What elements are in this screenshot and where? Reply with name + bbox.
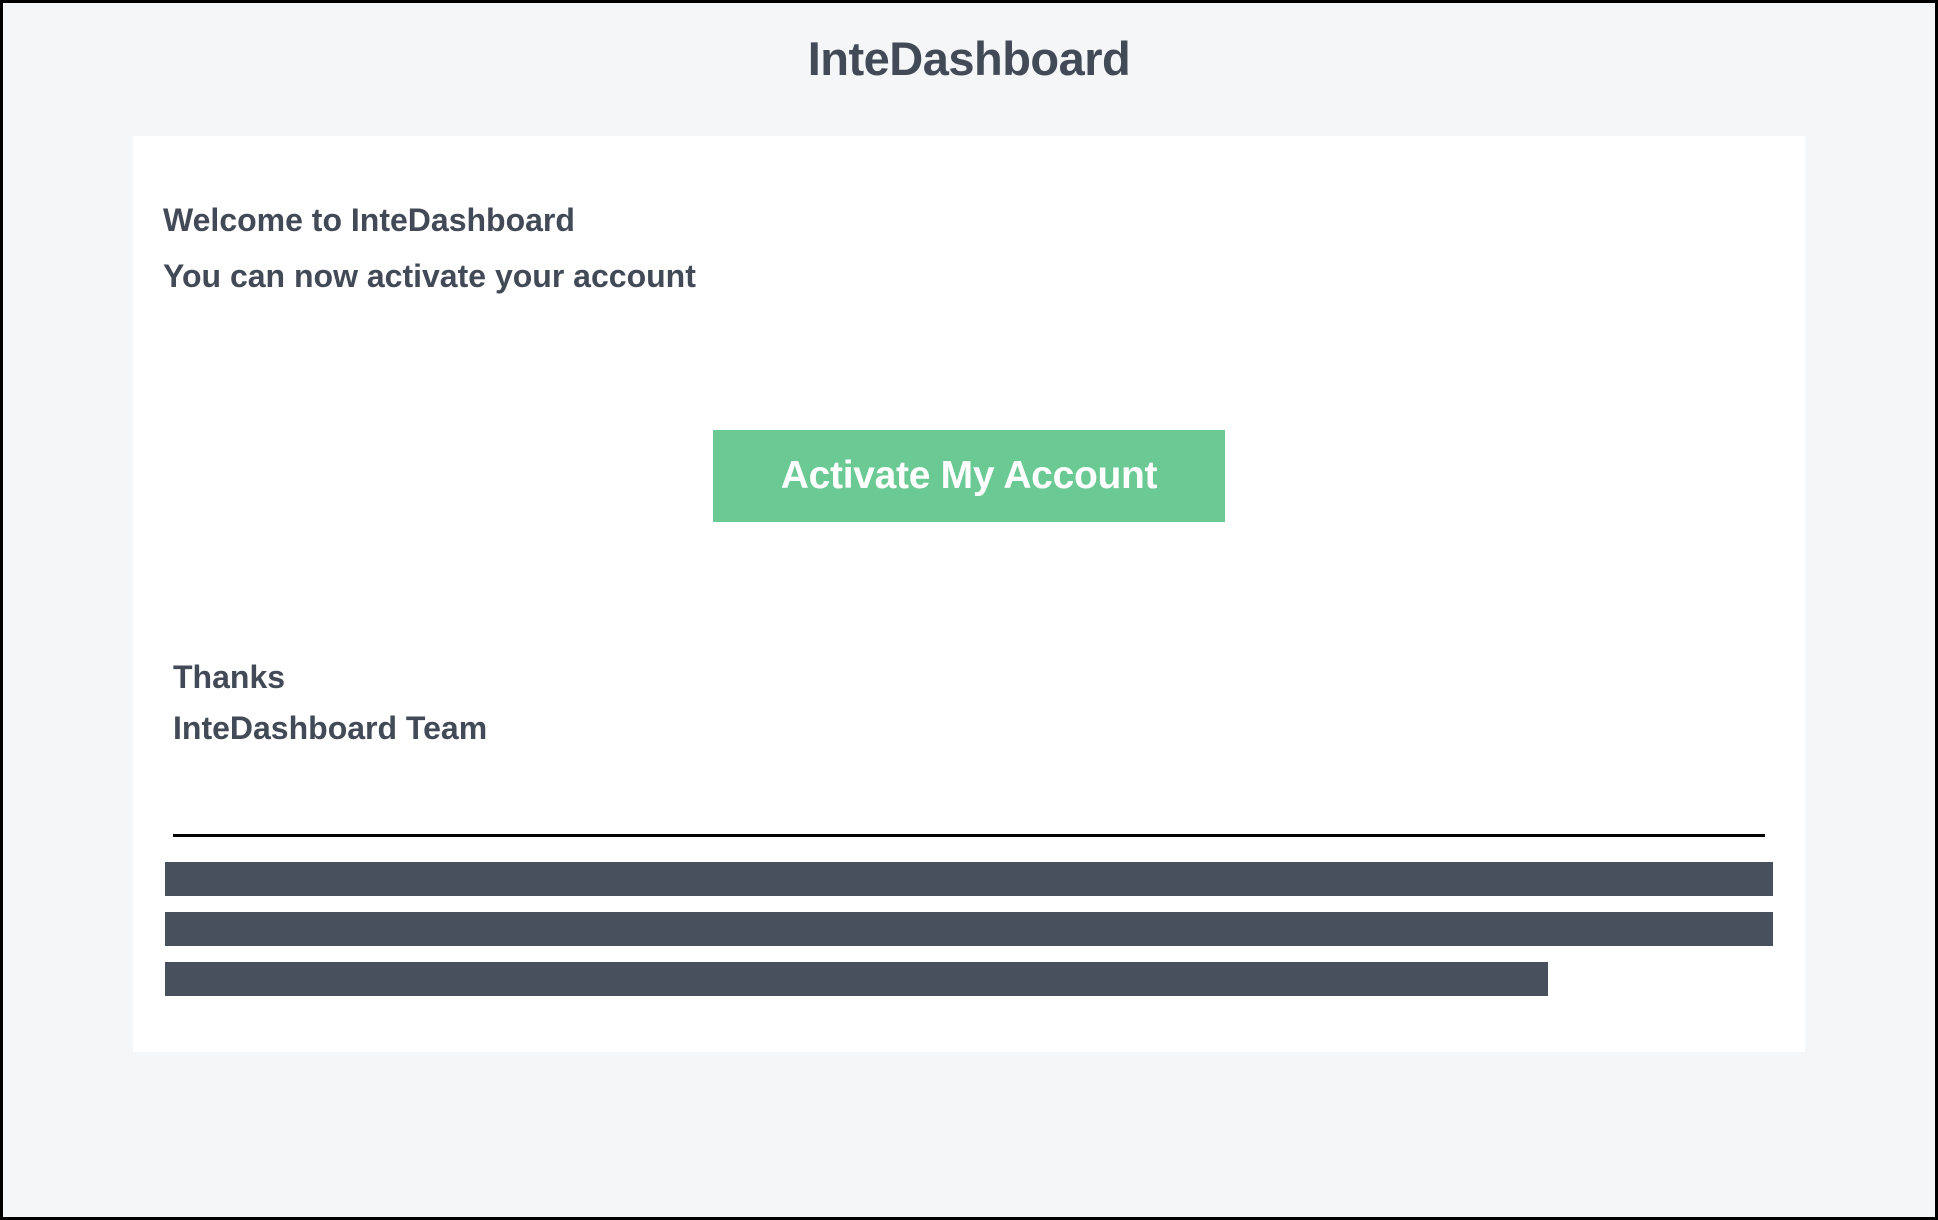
thanks-text: Thanks: [173, 652, 1775, 703]
email-card: Welcome to InteDashboard You can now act…: [133, 136, 1805, 1052]
footer-divider: [173, 834, 1765, 837]
signature-text: InteDashboard Team: [173, 703, 1775, 754]
redacted-line: [165, 862, 1773, 896]
redacted-line: [165, 912, 1773, 946]
redacted-footer: [163, 862, 1775, 996]
welcome-heading: Welcome to InteDashboard: [163, 196, 1775, 244]
email-frame: InteDashboard Welcome to InteDashboard Y…: [0, 0, 1938, 1220]
redacted-line: [165, 962, 1548, 996]
activate-account-button[interactable]: Activate My Account: [713, 430, 1225, 522]
subtitle-heading: You can now activate your account: [163, 252, 1775, 300]
button-wrapper: Activate My Account: [163, 430, 1775, 522]
page-title: InteDashboard: [23, 31, 1915, 86]
